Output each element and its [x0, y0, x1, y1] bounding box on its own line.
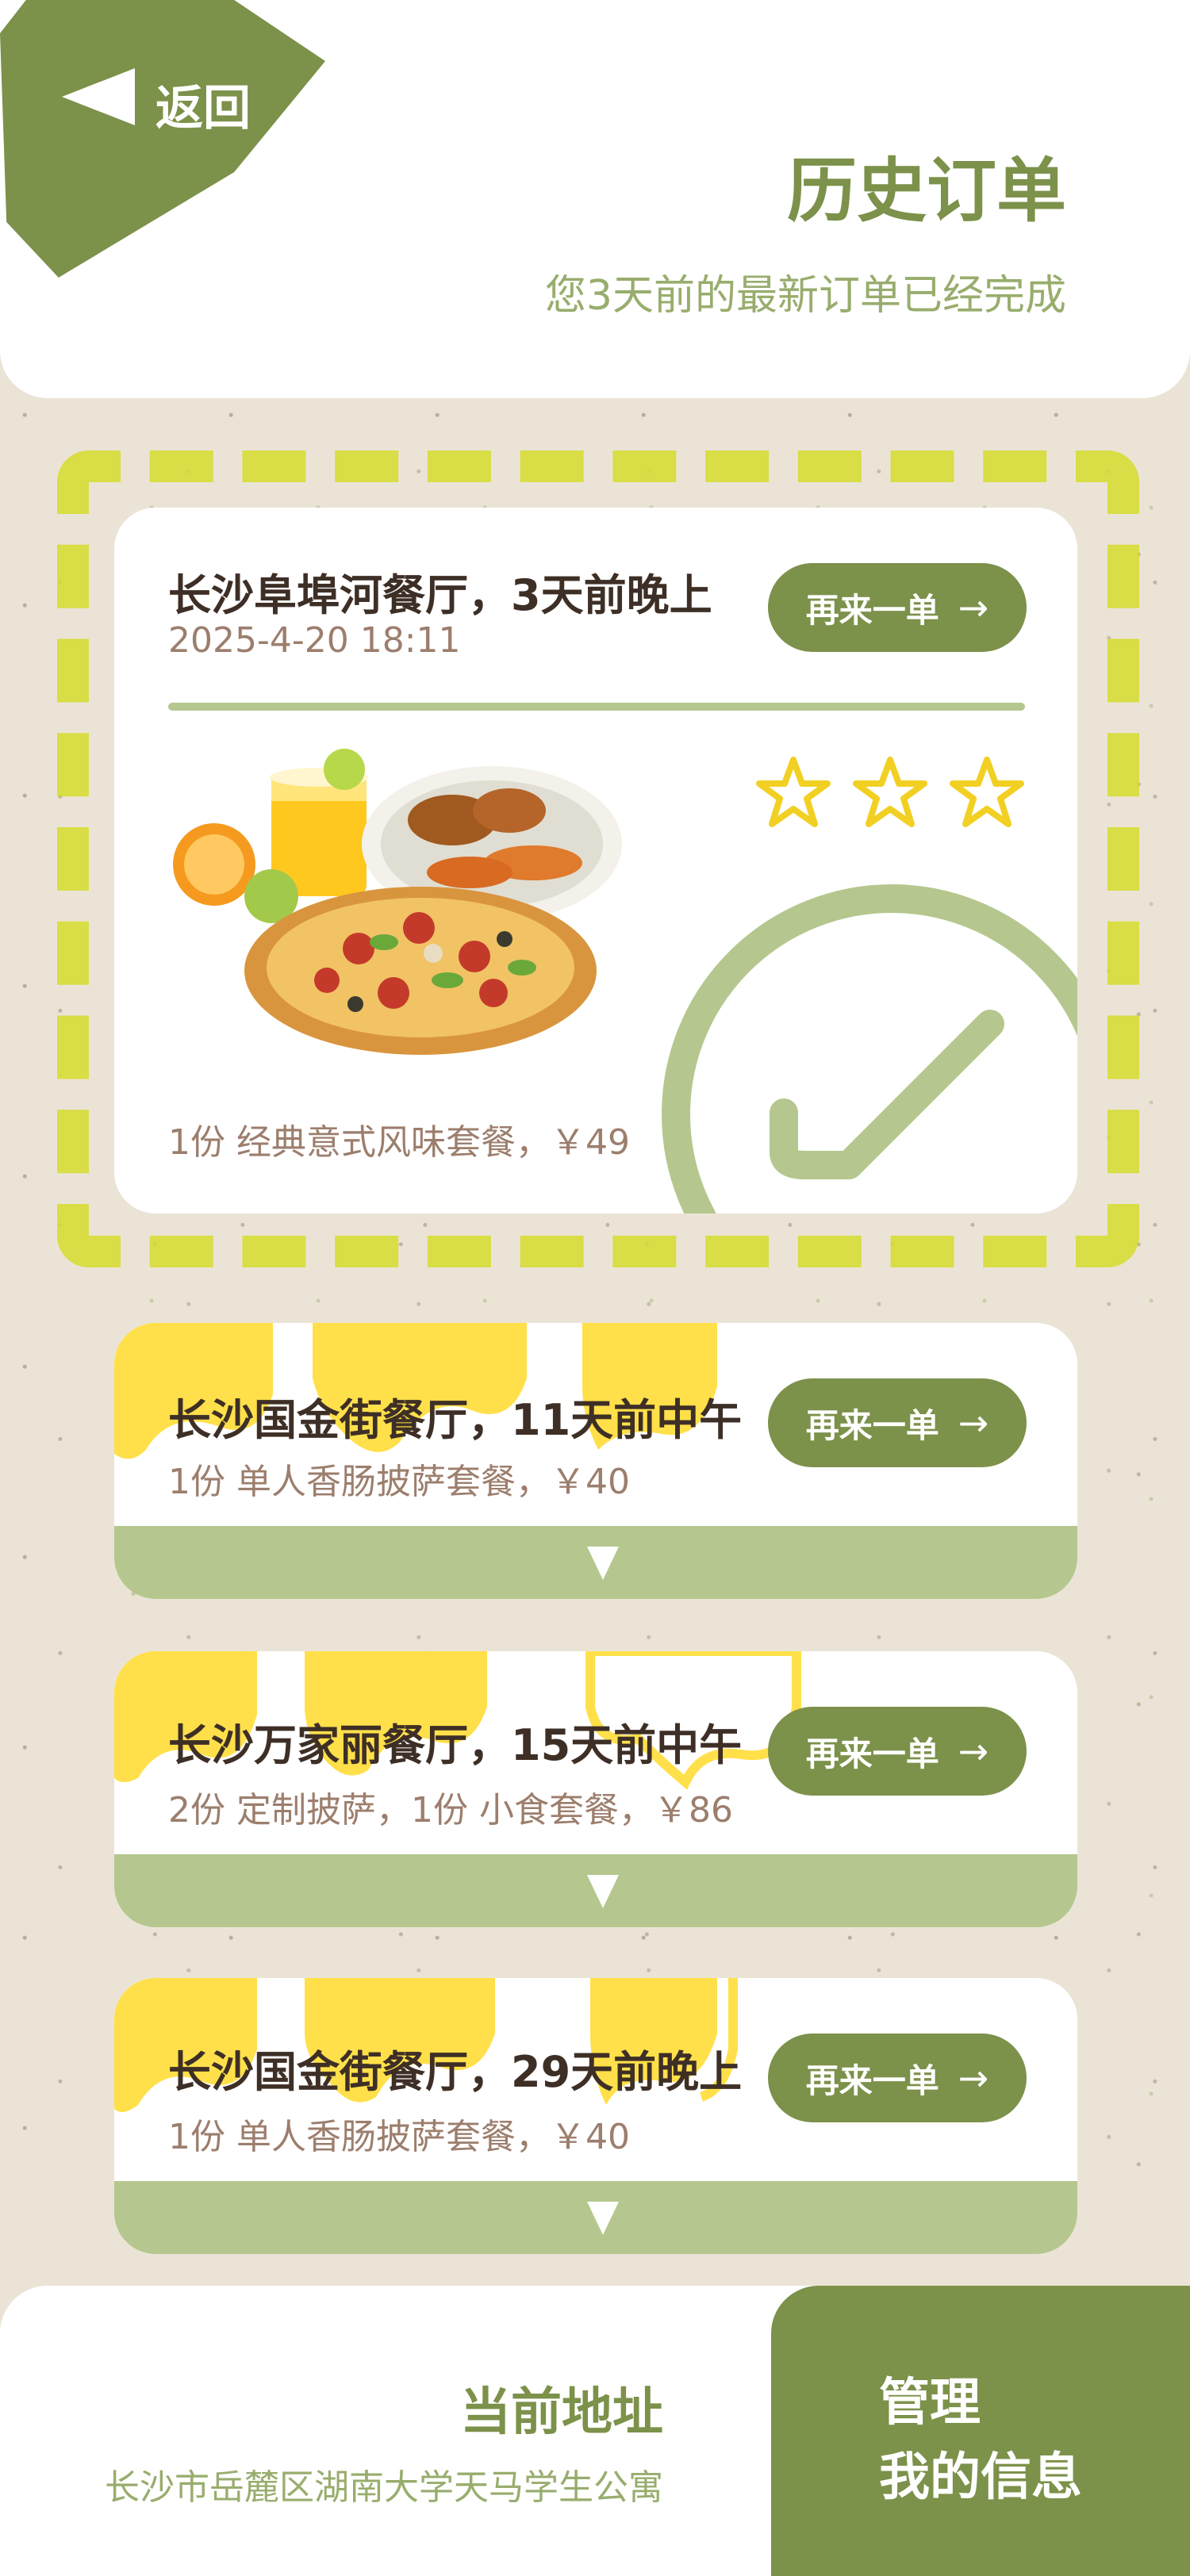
order-items: 1份 单人香肠披萨套餐，￥40 — [168, 2117, 630, 2157]
chevron-down-icon[interactable] — [587, 2202, 619, 2235]
check-circle-icon — [662, 884, 1077, 1213]
manage-info-button[interactable]: 管理 我的信息 — [771, 2286, 1190, 2576]
reorder-label: 再来一单 — [805, 1405, 939, 1445]
address-text: 长沙市岳麓区湖南大学天马学生公寓 — [105, 2467, 663, 2508]
back-button[interactable]: 返回 — [0, 0, 325, 278]
my-info-label: 我的信息 — [879, 2448, 1082, 2507]
page-title: 历史订单 — [786, 150, 1066, 232]
food-image — [173, 749, 622, 1055]
chevron-down-icon[interactable] — [587, 1547, 619, 1580]
address-title: 当前地址 — [460, 2383, 663, 2442]
order-card-featured: 长沙阜埠河餐厅，3天前晚上 2025-4-20 18:11 再来一单 → 1份 … — [114, 508, 1077, 1213]
arrow-right-icon: → — [958, 1730, 989, 1773]
reorder-button[interactable]: 再来一单 → — [768, 563, 1027, 652]
order-title: 长沙国金街餐厅，29天前晚上 — [168, 2047, 743, 2097]
order-items: 1份 经典意式风味套餐，￥49 — [168, 1122, 630, 1163]
arrow-right-icon: → — [958, 1401, 989, 1444]
page-subtitle: 您3天前的最新订单已经完成 — [544, 272, 1066, 320]
arrow-right-icon: → — [958, 586, 989, 629]
star-icon[interactable] — [754, 753, 833, 833]
order-datetime: 2025-4-20 18:11 — [168, 620, 461, 661]
order-card[interactable]: 长沙国金街餐厅，29天前晚上 1份 单人香肠披萨套餐，￥40 再来一单 → — [114, 1978, 1077, 2254]
header: 返回 历史订单 您3天前的最新订单已经完成 — [0, 0, 1190, 398]
reorder-label: 再来一单 — [805, 2060, 939, 2100]
star-icon[interactable] — [947, 753, 1027, 833]
reorder-button[interactable]: 再来一单 → — [768, 1707, 1027, 1796]
reorder-button[interactable]: 再来一单 → — [768, 2034, 1027, 2122]
order-title: 长沙万家丽餐厅，15天前中午 — [168, 1720, 743, 1770]
arrow-right-icon: → — [958, 2057, 989, 2099]
expand-toggle[interactable] — [114, 2181, 1077, 2254]
expand-toggle[interactable] — [114, 1526, 1077, 1599]
star-icon[interactable] — [850, 753, 930, 833]
chevron-down-icon[interactable] — [587, 1875, 619, 1908]
order-items: 2份 定制披萨，1份 小食套餐，￥86 — [168, 1790, 733, 1830]
back-arrow-icon[interactable] — [62, 68, 135, 125]
reorder-label: 再来一单 — [805, 590, 939, 630]
order-card[interactable]: 长沙国金街餐厅，11天前中午 1份 单人香肠披萨套餐，￥40 再来一单 → — [114, 1323, 1077, 1599]
order-title: 长沙阜埠河餐厅，3天前晚上 — [168, 570, 712, 620]
reorder-label: 再来一单 — [805, 1734, 939, 1773]
order-items: 1份 单人香肠披萨套餐，￥40 — [168, 1462, 630, 1502]
expand-toggle[interactable] — [114, 1854, 1077, 1927]
manage-label: 管理 — [879, 2374, 981, 2432]
divider — [168, 703, 1025, 711]
order-card[interactable]: 长沙万家丽餐厅，15天前中午 2份 定制披萨，1份 小食套餐，￥86 再来一单 … — [114, 1651, 1077, 1927]
order-title: 长沙国金街餐厅，11天前中午 — [168, 1395, 743, 1445]
reorder-button[interactable]: 再来一单 → — [768, 1378, 1027, 1467]
back-label[interactable]: 返回 — [155, 70, 251, 139]
